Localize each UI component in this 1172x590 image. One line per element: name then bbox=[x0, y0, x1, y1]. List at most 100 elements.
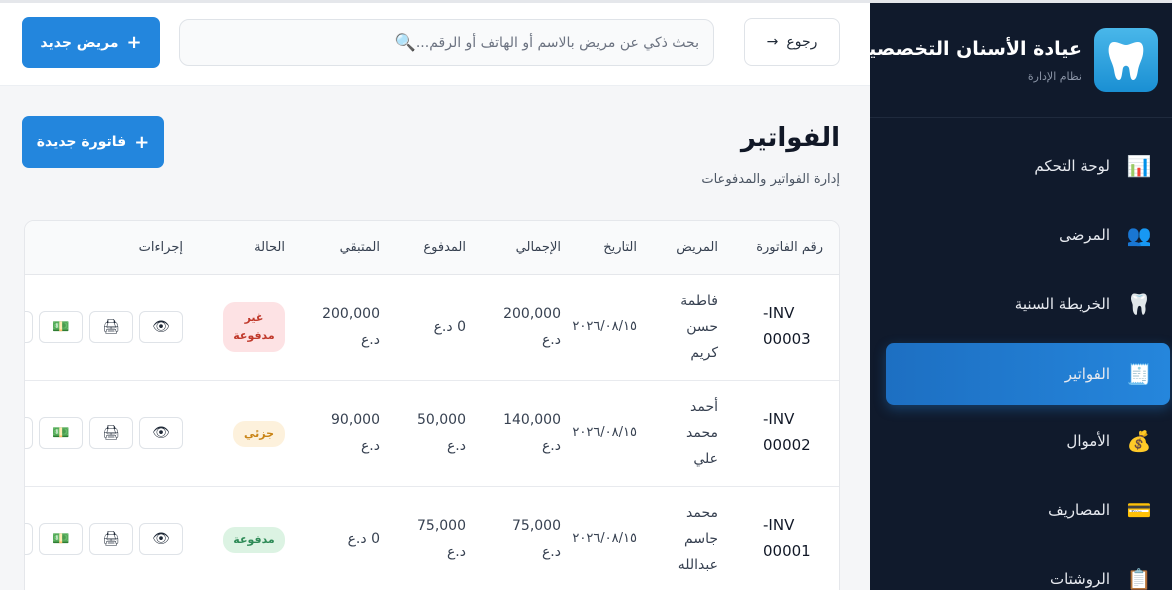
search-icon: 🔍 bbox=[394, 32, 416, 53]
invoice-remaining: 200,000 د.ع bbox=[322, 301, 380, 353]
invoice-prefix: INV- bbox=[763, 304, 795, 322]
print-button[interactable]: 🖨 bbox=[89, 523, 133, 555]
eye-icon: 👁 bbox=[152, 531, 170, 547]
new-invoice-label: فاتورة جديدة bbox=[36, 134, 127, 150]
sidebar-item-label: المصاريف bbox=[1048, 501, 1110, 519]
view-button[interactable]: 👁 bbox=[139, 417, 183, 449]
amount: 90,000 bbox=[331, 412, 380, 428]
credit-card-icon: 💳 bbox=[1126, 498, 1152, 522]
amount: 75,000 bbox=[512, 518, 561, 534]
invoice-total: 200,000 د.ع bbox=[503, 301, 561, 353]
patient-name-part: حسن bbox=[686, 319, 718, 335]
new-patient-label: مريض جديد bbox=[40, 34, 119, 51]
amount: 50,000 bbox=[417, 412, 466, 428]
table-row: INV- 00002 أحمد محمد علي ٢٠٢٦/٠٨/١٥ 140,… bbox=[25, 381, 839, 487]
currency: د.ع bbox=[446, 544, 466, 560]
cash-icon: 💵 bbox=[52, 319, 70, 335]
currency: د.ع bbox=[541, 332, 561, 348]
chart-icon: 📊 bbox=[1126, 154, 1152, 178]
status-badge: غير مدفوعة bbox=[223, 302, 285, 352]
sidebar-item-label: الخريطة السنية bbox=[1014, 295, 1110, 313]
arrow-right-icon: → bbox=[766, 34, 779, 50]
currency: د.ع bbox=[541, 544, 561, 560]
sidebar-item-funds[interactable]: 💰 الأموال bbox=[870, 411, 1172, 471]
money-bag-icon: 💰 bbox=[1126, 429, 1152, 453]
patient-name: محمد جاسم عبدالله bbox=[678, 500, 718, 578]
invoice-prefix: INV- bbox=[763, 516, 795, 534]
currency: د.ع bbox=[446, 438, 466, 454]
back-button[interactable]: رجوع → bbox=[744, 18, 840, 66]
currency: د.ع bbox=[541, 438, 561, 454]
cash-icon: 💵 bbox=[52, 531, 70, 547]
sidebar-item-expenses[interactable]: 💳 المصاريف bbox=[870, 480, 1172, 540]
new-invoice-button[interactable]: + فاتورة جديدة bbox=[22, 116, 164, 168]
pay-button[interactable]: 💵 bbox=[39, 311, 83, 343]
invoice-number: INV- 00003 bbox=[763, 300, 823, 352]
eye-icon: 👁 bbox=[152, 425, 170, 441]
users-icon: 👥 bbox=[1126, 223, 1152, 247]
plus-icon: + bbox=[126, 32, 142, 53]
pay-button[interactable]: 💵 bbox=[39, 523, 83, 555]
more-button[interactable] bbox=[25, 311, 33, 343]
th-patient: المريض bbox=[676, 240, 718, 255]
status-badge: مدفوعة bbox=[223, 527, 285, 553]
patient-name-part: عبدالله bbox=[677, 557, 718, 573]
patient-name-part: فاطمة bbox=[680, 293, 718, 309]
currency: د.ع bbox=[360, 438, 380, 454]
sidebar-item-dental-chart[interactable]: 🦷 الخريطة السنية bbox=[870, 274, 1172, 334]
invoice-date: ٢٠٢٦/٠٨/١٥ bbox=[572, 319, 637, 334]
patient-name-part: محمد bbox=[686, 425, 718, 441]
invoice-total: 140,000 د.ع bbox=[503, 407, 561, 459]
cash-icon: 💵 bbox=[52, 425, 70, 441]
more-button[interactable] bbox=[25, 417, 33, 449]
patient-name-part: محمد bbox=[686, 505, 718, 521]
sidebar-item-label: الروشتات bbox=[1049, 570, 1110, 588]
invoice-paid: 0 د.ع bbox=[434, 314, 466, 340]
patient-name-part: كريم bbox=[690, 345, 718, 361]
sidebar-item-label: الفواتير bbox=[1064, 365, 1110, 383]
more-button[interactable] bbox=[25, 523, 33, 555]
patient-name: أحمد محمد علي bbox=[686, 394, 718, 472]
print-button[interactable]: 🖨 bbox=[89, 311, 133, 343]
invoice-paid: 50,000 د.ع bbox=[417, 407, 466, 459]
th-date: التاريخ bbox=[603, 240, 637, 255]
new-patient-button[interactable]: + مريض جديد bbox=[22, 17, 160, 68]
invoice-id: 00002 bbox=[763, 436, 811, 454]
view-button[interactable]: 👁 bbox=[139, 523, 183, 555]
sidebar-item-label: لوحة التحكم bbox=[1034, 157, 1110, 175]
search-input[interactable]: بحث ذكي عن مريض بالاسم أو الهاتف أو الرق… bbox=[179, 19, 714, 66]
clipboard-icon: 📋 bbox=[1126, 567, 1152, 590]
page-subtitle: إدارة الفواتير والمدفوعات bbox=[701, 172, 840, 187]
invoice-number: INV- 00001 bbox=[763, 512, 823, 564]
sidebar-item-label: الأموال bbox=[1066, 432, 1110, 450]
invoice-paid: 75,000 د.ع bbox=[417, 513, 466, 565]
th-status: الحالة bbox=[254, 240, 285, 255]
invoice-number: INV- 00002 bbox=[763, 406, 823, 458]
invoice-id: 00003 bbox=[763, 330, 811, 348]
plus-icon: + bbox=[134, 131, 150, 153]
pay-button[interactable]: 💵 bbox=[39, 417, 83, 449]
tooth-logo-icon bbox=[1094, 28, 1158, 92]
receipt-icon: 🧾 bbox=[1126, 362, 1152, 386]
printer-icon: 🖨 bbox=[102, 319, 120, 335]
invoice-total: 75,000 د.ع bbox=[512, 513, 561, 565]
tooth-icon: 🦷 bbox=[1126, 292, 1152, 316]
sidebar-item-label: المرضى bbox=[1059, 226, 1110, 244]
th-actions: إجراءات bbox=[138, 240, 183, 255]
amount: 200,000 bbox=[503, 306, 561, 322]
print-button[interactable]: 🖨 bbox=[89, 417, 133, 449]
invoices-table: رقم الفاتورة المريض التاريخ الإجمالي الم… bbox=[24, 220, 840, 590]
patient-name-part: علي bbox=[693, 451, 718, 467]
th-remaining: المتبقي bbox=[339, 240, 380, 255]
patient-name: فاطمة حسن كريم bbox=[680, 288, 718, 366]
printer-icon: 🖨 bbox=[102, 425, 120, 441]
patient-name-part: جاسم bbox=[684, 531, 718, 547]
sidebar-nav: 📊 لوحة التحكم 👥 المرضى 🦷 الخريطة السنية … bbox=[870, 118, 1172, 590]
sidebar-item-invoices[interactable]: 🧾 الفواتير bbox=[886, 343, 1170, 405]
amount: 200,000 bbox=[322, 306, 380, 322]
sidebar-item-dashboard[interactable]: 📊 لوحة التحكم bbox=[870, 136, 1172, 196]
view-button[interactable]: 👁 bbox=[139, 311, 183, 343]
sidebar-item-prescriptions[interactable]: 📋 الروشتات bbox=[870, 549, 1172, 590]
th-total: الإجمالي bbox=[515, 240, 561, 255]
sidebar-item-patients[interactable]: 👥 المرضى bbox=[870, 205, 1172, 265]
